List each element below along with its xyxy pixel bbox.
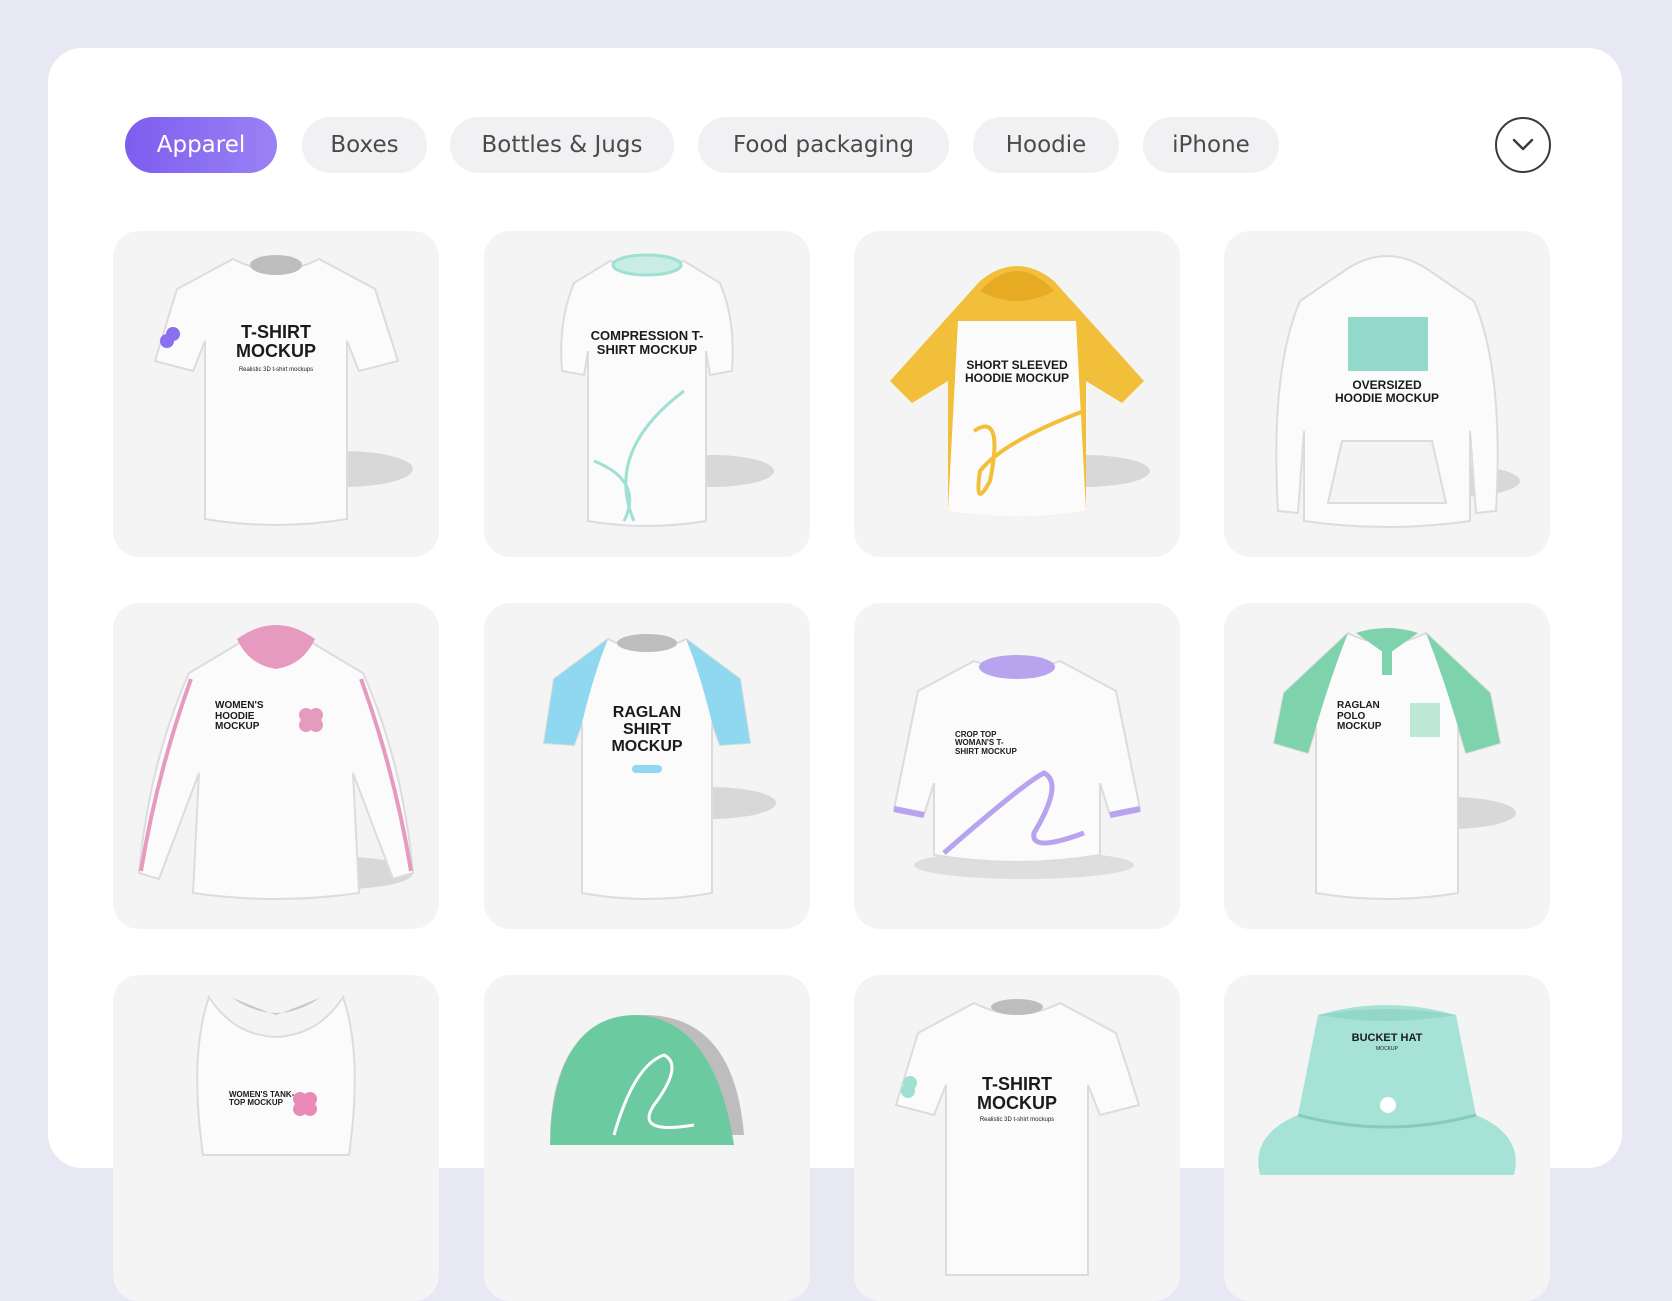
card-caption: BUCKET HAT (1351, 1032, 1423, 1044)
filter-chip-hoodie[interactable]: Hoodie (973, 117, 1119, 173)
expand-filters-button[interactable] (1495, 117, 1551, 173)
card-subcaption: Realistic 3D t-shirt mockups (979, 1117, 1055, 1123)
filter-chip-boxes[interactable]: Boxes (302, 117, 427, 173)
filter-chip-bottles-jugs[interactable]: Bottles & Jugs (450, 117, 674, 173)
mockup-card-tshirt[interactable]: T-SHIRT MOCKUP Realistic 3D t-shirt mock… (113, 231, 439, 557)
mockup-card-raglan-shirt[interactable]: RAGLAN SHIRT MOCKUP (484, 603, 810, 929)
mockup-card-tshirt-2[interactable]: T-SHIRT MOCKUP Realistic 3D t-shirt mock… (854, 975, 1180, 1301)
mockup-card-bucket-hat[interactable]: BUCKET HAT MOCKUP (1224, 975, 1550, 1301)
card-caption: WOMEN'S TANK-TOP MOCKUP (229, 1090, 295, 1108)
chevron-down-icon (1512, 138, 1534, 151)
raglan-shirt-image (542, 634, 776, 900)
mockup-card-raglan-polo[interactable]: RAGLAN POLO MOCKUP (1224, 603, 1550, 929)
mockup-card-womens-hoodie[interactable]: WOMEN'S HOODIE MOCKUP (113, 603, 439, 929)
filter-chip-iphone[interactable]: iPhone (1143, 117, 1279, 173)
mockup-card-oversized-hoodie[interactable]: OVERSIZED HOODIE MOCKUP (1224, 231, 1550, 557)
mockup-card-womens-tank-top[interactable]: WOMEN'S TANK-TOP MOCKUP (113, 975, 439, 1301)
tshirt-image (894, 999, 1141, 1276)
filter-chip-apparel[interactable]: Apparel (125, 117, 277, 173)
cap-image (550, 1015, 744, 1145)
card-subcaption: MOCKUP (1376, 1046, 1398, 1052)
card-caption: RAGLAN POLO MOCKUP (1337, 700, 1382, 732)
crop-top-image (892, 655, 1142, 879)
compression-shirt-image (560, 253, 774, 527)
card-caption: RAGLAN SHIRT MOCKUP (611, 704, 683, 755)
mockup-card-compression-tshirt[interactable]: COMPRESSION T-SHIRT MOCKUP (484, 231, 810, 557)
mockup-card-cap[interactable] (484, 975, 810, 1301)
card-caption: T-SHIRT MOCKUP (977, 1074, 1057, 1113)
card-caption: SHORT SLEEVED HOODIE MOCKUP (964, 358, 1069, 385)
bucket-hat-image (1258, 1005, 1516, 1175)
mockup-card-short-sleeved-hoodie[interactable]: SHORT SLEEVED HOODIE MOCKUP (854, 231, 1180, 557)
card-caption: COMPRESSION T-SHIRT MOCKUP (590, 328, 704, 357)
short-sleeved-hoodie-image (890, 266, 1150, 517)
womens-hoodie-image (137, 625, 415, 900)
card-caption: WOMEN'S HOODIE MOCKUP (215, 700, 264, 732)
card-caption: T-SHIRT MOCKUP (236, 322, 316, 361)
card-subcaption: Realistic 3D t-shirt mockups (238, 367, 314, 373)
card-caption: OVERSIZED HOODIE MOCKUP (1334, 378, 1439, 405)
tshirt-image (153, 255, 413, 526)
card-caption: CROP TOP WOMAN'S T-SHIRT MOCKUP (955, 730, 1017, 756)
tank-top-image (196, 994, 356, 1156)
filter-chip-food-packaging[interactable]: Food packaging (698, 117, 949, 173)
mockup-card-crop-top[interactable]: CROP TOP WOMAN'S T-SHIRT MOCKUP (854, 603, 1180, 929)
raglan-polo-image (1272, 628, 1516, 900)
